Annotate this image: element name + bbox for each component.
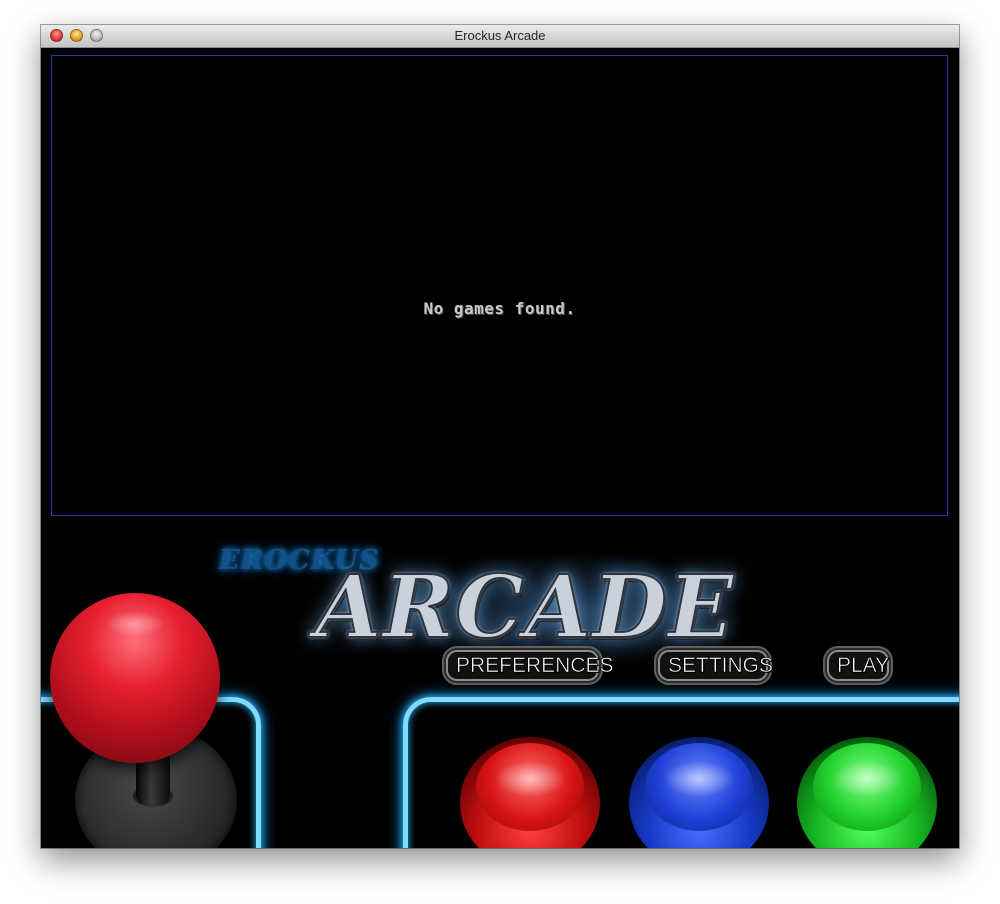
- play-button[interactable]: PLAY: [827, 650, 889, 681]
- red-button-shine: [494, 761, 566, 797]
- app-window: Erockus Arcade No games found. EROCKUS A…: [41, 25, 959, 848]
- window-title: Erockus Arcade: [454, 28, 546, 43]
- logo-large-text: ARCADE: [314, 556, 735, 659]
- empty-games-message: No games found.: [423, 299, 576, 318]
- green-button-shine: [831, 761, 903, 797]
- title-bar[interactable]: Erockus Arcade: [41, 25, 959, 48]
- game-list-screen[interactable]: No games found.: [51, 55, 948, 516]
- preferences-button[interactable]: PREFERENCES: [446, 650, 614, 681]
- arcade-control-panel: EROCKUS ARCADE PREFERENCES SETTINGS PLAY: [41, 515, 959, 848]
- settings-button[interactable]: SETTINGS: [658, 650, 773, 681]
- blue-button-shine: [663, 761, 735, 797]
- joystick-ball-icon[interactable]: [50, 593, 220, 763]
